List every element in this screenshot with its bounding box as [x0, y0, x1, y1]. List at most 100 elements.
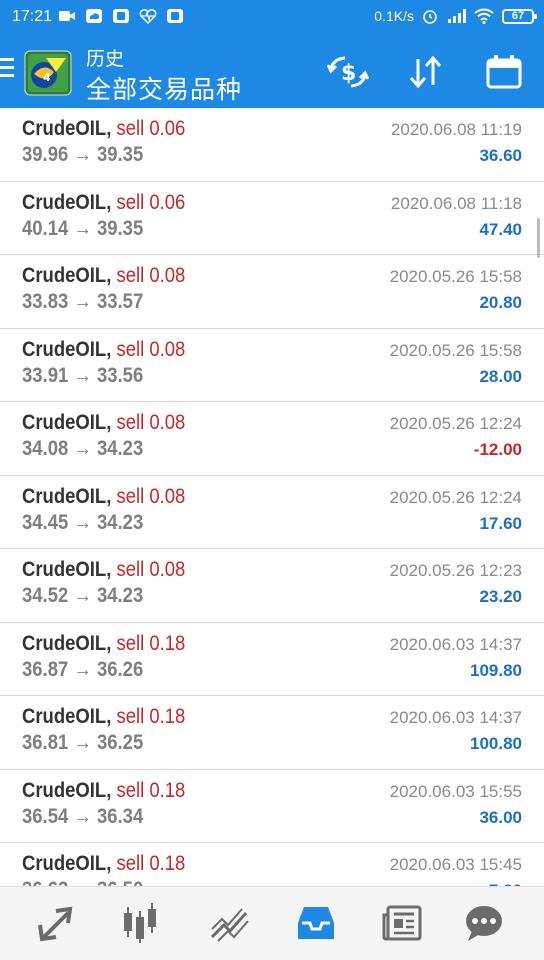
trade-side-volume: sell 0.18: [116, 852, 186, 875]
symbol-name: CrudeOIL,: [22, 264, 112, 287]
trade-side-volume: sell 0.08: [116, 337, 186, 361]
trade-symbol: CrudeOIL, sell 0.18: [22, 852, 185, 876]
trade-symbol: CrudeOIL, sell 0.06: [22, 117, 185, 141]
status-right: 0.1K/s 67: [374, 8, 537, 24]
trade-symbol: CrudeOIL, sell 0.08: [22, 411, 185, 435]
trade-row[interactable]: CrudeOIL, sell 0.08 34.08 → 34.23 2020.05.…: [0, 402, 544, 476]
trade-date: 2020.05.26 12:24: [389, 487, 522, 507]
battery-icon: 67: [502, 8, 537, 24]
trade-prices: 39.96 → 39.35: [22, 143, 144, 166]
trade-row[interactable]: CrudeOIL, sell 0.18 36.87 → 36.26 2020.06.…: [0, 623, 544, 696]
trade-row[interactable]: CrudeOIL, sell 0.08 33.91 → 33.56 2020.05.…: [0, 329, 544, 402]
trade-date: 2020.06.03 15:45: [389, 855, 522, 874]
trade-side-volume: sell 0.08: [116, 558, 186, 581]
trade-side-volume: sell 0.08: [116, 264, 186, 287]
symbol-name: CrudeOIL,: [22, 778, 112, 802]
nav-chart[interactable]: [116, 901, 164, 945]
trade-side-volume: sell 0.06: [116, 117, 186, 140]
trade-profit: 28.00: [479, 366, 522, 386]
nav-chat[interactable]: [460, 901, 508, 945]
app-notification-icon-2: [167, 9, 183, 23]
signal-icon: [448, 9, 466, 23]
trade-row[interactable]: CrudeOIL, sell 0.06 40.14 → 39.35 2020.06.…: [0, 182, 544, 255]
trade-date: 2020.05.26 15:58: [389, 340, 522, 360]
trade-date: 2020.06.03 15:55: [389, 781, 522, 801]
trade-prices: 33.91 → 33.56: [22, 363, 144, 387]
sort-arrows-icon: [409, 55, 442, 89]
trade-row[interactable]: CrudeOIL, sell 0.08 33.83 → 33.57 2020.05.…: [0, 255, 544, 329]
status-time: 17:21: [12, 8, 53, 25]
svg-text:$: $: [341, 61, 356, 86]
trade-symbol: CrudeOIL, sell 0.18: [22, 632, 185, 656]
health-icon: [139, 9, 157, 24]
currency-exchange-button[interactable]: $: [326, 52, 370, 92]
symbol-name: CrudeOIL,: [22, 558, 112, 581]
symbol-name: CrudeOIL,: [22, 117, 112, 140]
trade-date: 2020.06.08 11:18: [390, 193, 522, 213]
trade-symbol: CrudeOIL, sell 0.08: [22, 485, 185, 509]
trade-side-volume: sell 0.08: [116, 484, 186, 508]
trade-side-volume: sell 0.18: [116, 705, 186, 728]
history-icon: [298, 907, 334, 939]
status-bar: 17:21 0.1K/s 67: [0, 0, 544, 36]
trade-prices: 34.45 → 34.23: [22, 510, 144, 534]
trade-row[interactable]: CrudeOIL, sell 0.18 36.54 → 36.34 2020.06.…: [0, 770, 544, 843]
trade-date: 2020.06.03 14:37: [389, 708, 522, 727]
trade-profit: 17.60: [479, 513, 522, 533]
trade-prices: 40.14 → 39.35: [22, 216, 144, 240]
nav-news[interactable]: [378, 901, 426, 945]
trade-history-list[interactable]: CrudeOIL, sell 0.06 39.96 → 39.35 2020.06.…: [0, 108, 544, 886]
app-bar: 4 历史 全部交易品种 $: [0, 36, 544, 108]
alarm-icon: [423, 10, 437, 24]
trade-profit: 47.40: [479, 219, 522, 239]
nav-trade[interactable]: [206, 901, 254, 945]
trade-profit: 36.60: [479, 146, 522, 165]
nav-quotes[interactable]: [32, 901, 80, 945]
trade-prices: 34.08 → 34.23: [22, 437, 144, 460]
trade-profit: -12.00: [473, 440, 522, 459]
trade-date: 2020.06.08 11:19: [390, 120, 522, 139]
symbol-name: CrudeOIL,: [22, 631, 112, 655]
calendar-button[interactable]: [482, 52, 526, 92]
scrollbar[interactable]: [537, 218, 540, 258]
page-subtitle: 历史: [86, 48, 125, 70]
trade-symbol: CrudeOIL, sell 0.18: [22, 779, 185, 803]
trade-row[interactable]: CrudeOIL, sell 0.08 34.52 → 34.23 2020.05.…: [0, 549, 544, 623]
notification-icons: [58, 8, 184, 24]
currency-exchange-icon: $: [327, 56, 369, 88]
app-logo: 4: [24, 50, 72, 96]
trade-side-volume: sell 0.06: [116, 190, 186, 214]
trade-symbol: CrudeOIL, sell 0.18: [22, 705, 185, 729]
trade-profit: 109.80: [470, 660, 522, 680]
trade-prices: 36.81 → 36.25: [22, 731, 144, 754]
bottom-navigation: [0, 886, 544, 960]
trade-symbol: CrudeOIL, sell 0.08: [22, 338, 185, 362]
calendar-icon: [486, 55, 522, 89]
trade-prices: 33.83 → 33.57: [22, 290, 144, 313]
page-title[interactable]: 全部交易品种: [86, 70, 242, 106]
trade-symbol: CrudeOIL, sell 0.06: [22, 191, 185, 215]
trade-symbol: CrudeOIL, sell 0.08: [22, 264, 185, 288]
trade-row[interactable]: CrudeOIL, sell 0.18 36.63 → 36.50 2020.06.…: [0, 843, 544, 886]
wifi-icon: [474, 8, 494, 24]
trade-prices: 36.54 → 36.34: [22, 804, 144, 828]
nav-history[interactable]: [292, 901, 340, 945]
sort-button[interactable]: [404, 52, 448, 92]
symbol-name: CrudeOIL,: [22, 411, 112, 434]
trade-date: 2020.05.26 12:23: [389, 561, 522, 580]
trade-profit: 100.80: [470, 734, 522, 753]
trade-side-volume: sell 0.18: [116, 778, 186, 802]
trade-prices: 36.87 → 36.26: [22, 657, 144, 681]
trade-row[interactable]: CrudeOIL, sell 0.08 34.45 → 34.23 2020.05.…: [0, 476, 544, 549]
trade-date: 2020.05.26 12:24: [389, 414, 522, 433]
net-speed: 0.1K/s: [374, 8, 414, 24]
trade-date: 2020.05.26 15:58: [389, 267, 522, 286]
chat-icon: [466, 906, 502, 941]
trade-profit: 20.80: [479, 293, 522, 312]
trade-side-volume: sell 0.18: [116, 631, 186, 655]
trade-row[interactable]: CrudeOIL, sell 0.06 39.96 → 39.35 2020.06.…: [0, 108, 544, 182]
menu-icon[interactable]: [0, 58, 16, 86]
trade-symbol: CrudeOIL, sell 0.08: [22, 558, 185, 582]
app-notification-icon: [113, 9, 129, 23]
trade-row[interactable]: CrudeOIL, sell 0.18 36.81 → 36.25 2020.06.…: [0, 696, 544, 770]
